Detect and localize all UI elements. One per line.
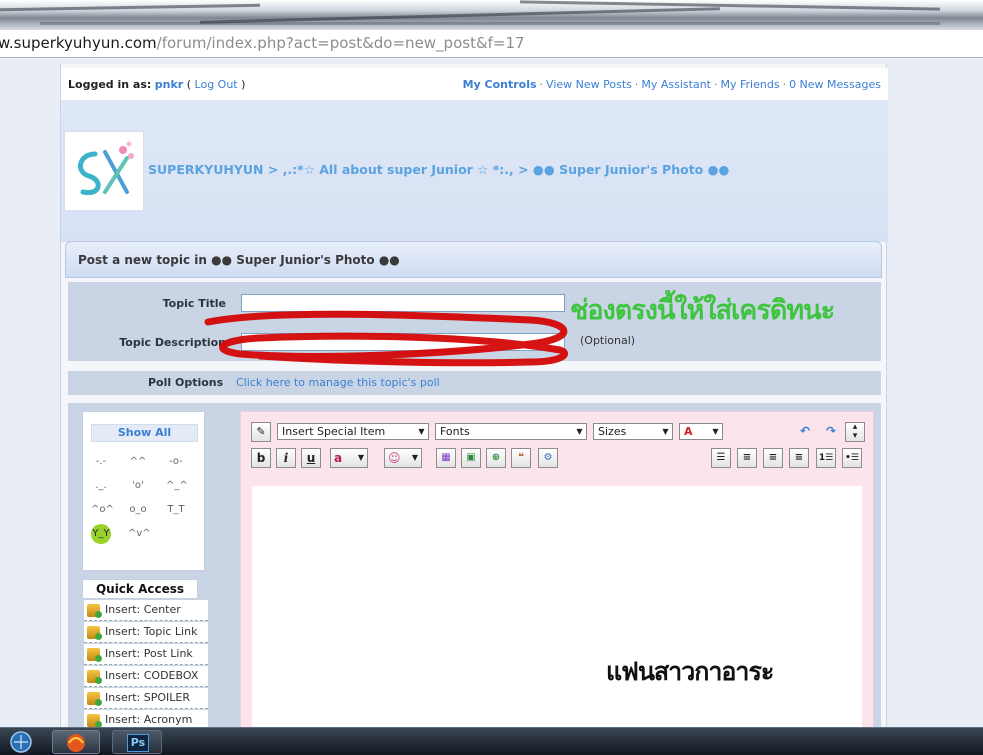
my-controls-link[interactable]: My Controls bbox=[463, 78, 537, 91]
insert-special-item-select[interactable]: Insert Special Item ▼ bbox=[277, 423, 429, 440]
bold-button[interactable]: b bbox=[251, 448, 271, 468]
emoticon-panel: Show All -.- ^^ -o- ._. 'o' ^_^ ^o^ o_o … bbox=[82, 411, 205, 571]
text-highlight-icon[interactable]: a ▼ bbox=[330, 448, 368, 468]
emoticon-picker-icon[interactable]: ☺ ▼ bbox=[384, 448, 422, 468]
emoticon-1[interactable]: -.- bbox=[91, 452, 111, 472]
green-annotation-text: ช่องตรงนี้ให้ใส่เครดิทนะ bbox=[570, 295, 835, 326]
emoticon-5[interactable]: 'o' bbox=[128, 476, 148, 496]
insert-code-icon[interactable]: ⚙ bbox=[538, 448, 558, 468]
view-new-posts-link[interactable]: View New Posts bbox=[546, 78, 632, 91]
photoshop-icon: Ps bbox=[127, 734, 149, 752]
breadcrumb[interactable]: SUPERKYUHYUN > ,.:*☆ All about super Jun… bbox=[148, 162, 729, 177]
site-logo[interactable] bbox=[64, 131, 144, 211]
undo-icon[interactable]: ↶ bbox=[795, 422, 815, 442]
user-bar: Logged in as: pnkr ( Log Out ) My Contro… bbox=[61, 68, 888, 100]
black-annotation-text: แฟนสาวกาอาระ bbox=[606, 657, 774, 686]
indent-icon[interactable]: ☰ bbox=[711, 448, 731, 468]
address-bar[interactable]: w.superkyuhyun.com/forum/index.php?act=p… bbox=[0, 30, 983, 58]
topic-title-label: Topic Title bbox=[162, 297, 226, 310]
emoticon-8[interactable]: o_o bbox=[128, 500, 148, 520]
photoshop-taskbar-icon[interactable]: Ps bbox=[112, 730, 162, 754]
unordered-list-icon[interactable]: •☰ bbox=[842, 448, 862, 468]
align-center-icon[interactable]: ≡ bbox=[763, 448, 783, 468]
forum-page: Logged in as: pnkr ( Log Out ) My Contro… bbox=[60, 64, 888, 735]
url-domain: w.superkyuhyun.com bbox=[0, 34, 157, 52]
new-messages-link[interactable]: 0 New Messages bbox=[789, 78, 881, 91]
quick-access-title: Quick Access bbox=[82, 579, 198, 599]
insert-image-icon[interactable]: ▣ bbox=[461, 448, 481, 468]
insert-attachment-icon[interactable]: ⊕ bbox=[486, 448, 506, 468]
red-scribble-mark bbox=[204, 310, 569, 367]
toggle-mode-icon[interactable]: ✎ bbox=[251, 422, 271, 442]
poll-options-row: Poll Options Click here to manage this t… bbox=[68, 371, 881, 395]
insert-quote-icon[interactable]: ❝ bbox=[511, 448, 531, 468]
emoticon-2[interactable]: ^^ bbox=[128, 452, 148, 472]
url-path: /forum/index.php?act=post&do=new_post&f=… bbox=[156, 34, 525, 52]
underline-button[interactable]: u bbox=[301, 448, 321, 468]
my-friends-link[interactable]: My Friends bbox=[721, 78, 780, 91]
emoticon-6[interactable]: ^_^ bbox=[166, 476, 188, 496]
insert-link-icon[interactable]: ▦ bbox=[436, 448, 456, 468]
insert-icon bbox=[87, 648, 102, 662]
emoticon-4[interactable]: ._. bbox=[91, 476, 111, 496]
emoticon-9[interactable]: T_T bbox=[166, 500, 186, 520]
logged-in-label: Logged in as: bbox=[68, 78, 152, 91]
fonts-select[interactable]: Fonts ▼ bbox=[435, 423, 587, 440]
start-button[interactable] bbox=[0, 730, 42, 754]
forum-banner: SUPERKYUHYUN > ,.:*☆ All about super Jun… bbox=[61, 100, 888, 242]
redo-icon[interactable]: ↷ bbox=[821, 422, 841, 442]
insert-icon bbox=[87, 692, 102, 706]
ordered-list-icon[interactable]: 1☰ bbox=[816, 448, 836, 468]
show-all-emoticons-button[interactable]: Show All bbox=[91, 424, 198, 442]
emoticon-7[interactable]: ^o^ bbox=[91, 500, 114, 520]
rich-text-editor: ✎ Insert Special Item ▼ Fonts ▼ Sizes ▼ A ▼ … bbox=[240, 411, 874, 735]
sizes-select[interactable]: Sizes ▼ bbox=[593, 423, 673, 440]
resize-editor-icon[interactable]: ▴ ▾ bbox=[845, 422, 865, 442]
emoticon-3[interactable]: -o- bbox=[166, 452, 186, 472]
quick-access-item[interactable]: Insert: Center bbox=[84, 600, 208, 621]
align-left-icon[interactable]: ≡ bbox=[737, 448, 757, 468]
post-body-textarea[interactable] bbox=[252, 486, 862, 735]
insert-icon bbox=[87, 670, 102, 684]
logout-link[interactable]: Log Out bbox=[195, 78, 238, 91]
font-color-select[interactable]: A ▼ bbox=[679, 423, 723, 440]
quick-access-item[interactable]: Insert: Post Link bbox=[84, 644, 208, 665]
quick-access-item[interactable]: Insert: CODEBOX bbox=[84, 666, 208, 687]
poll-options-label: Poll Options bbox=[148, 376, 224, 389]
insert-icon bbox=[87, 604, 102, 618]
browser-taskbar-icon[interactable] bbox=[52, 730, 100, 754]
url-text[interactable]: w.superkyuhyun.com/forum/index.php?act=p… bbox=[0, 34, 525, 52]
screen: w.superkyuhyun.com/forum/index.php?act=p… bbox=[0, 0, 983, 755]
post-header: Post a new topic in ●● Super Junior's Ph… bbox=[65, 241, 882, 278]
my-assistant-link[interactable]: My Assistant bbox=[641, 78, 711, 91]
emoticon-10[interactable]: Y_Y bbox=[91, 524, 111, 544]
username-link[interactable]: pnkr bbox=[155, 78, 183, 91]
insert-icon bbox=[87, 714, 102, 728]
insert-icon bbox=[87, 626, 102, 640]
browser-titlebar bbox=[0, 0, 983, 30]
quick-access-item[interactable]: Insert: SPOILER bbox=[84, 688, 208, 709]
manage-poll-link[interactable]: Click here to manage this topic's poll bbox=[236, 376, 440, 389]
taskbar: Ps bbox=[0, 727, 983, 755]
align-right-icon[interactable]: ≡ bbox=[789, 448, 809, 468]
quick-access-item[interactable]: Insert: Topic Link bbox=[84, 622, 208, 643]
italic-button[interactable]: i bbox=[276, 448, 296, 468]
emoticon-11[interactable]: ^v^ bbox=[128, 524, 151, 544]
